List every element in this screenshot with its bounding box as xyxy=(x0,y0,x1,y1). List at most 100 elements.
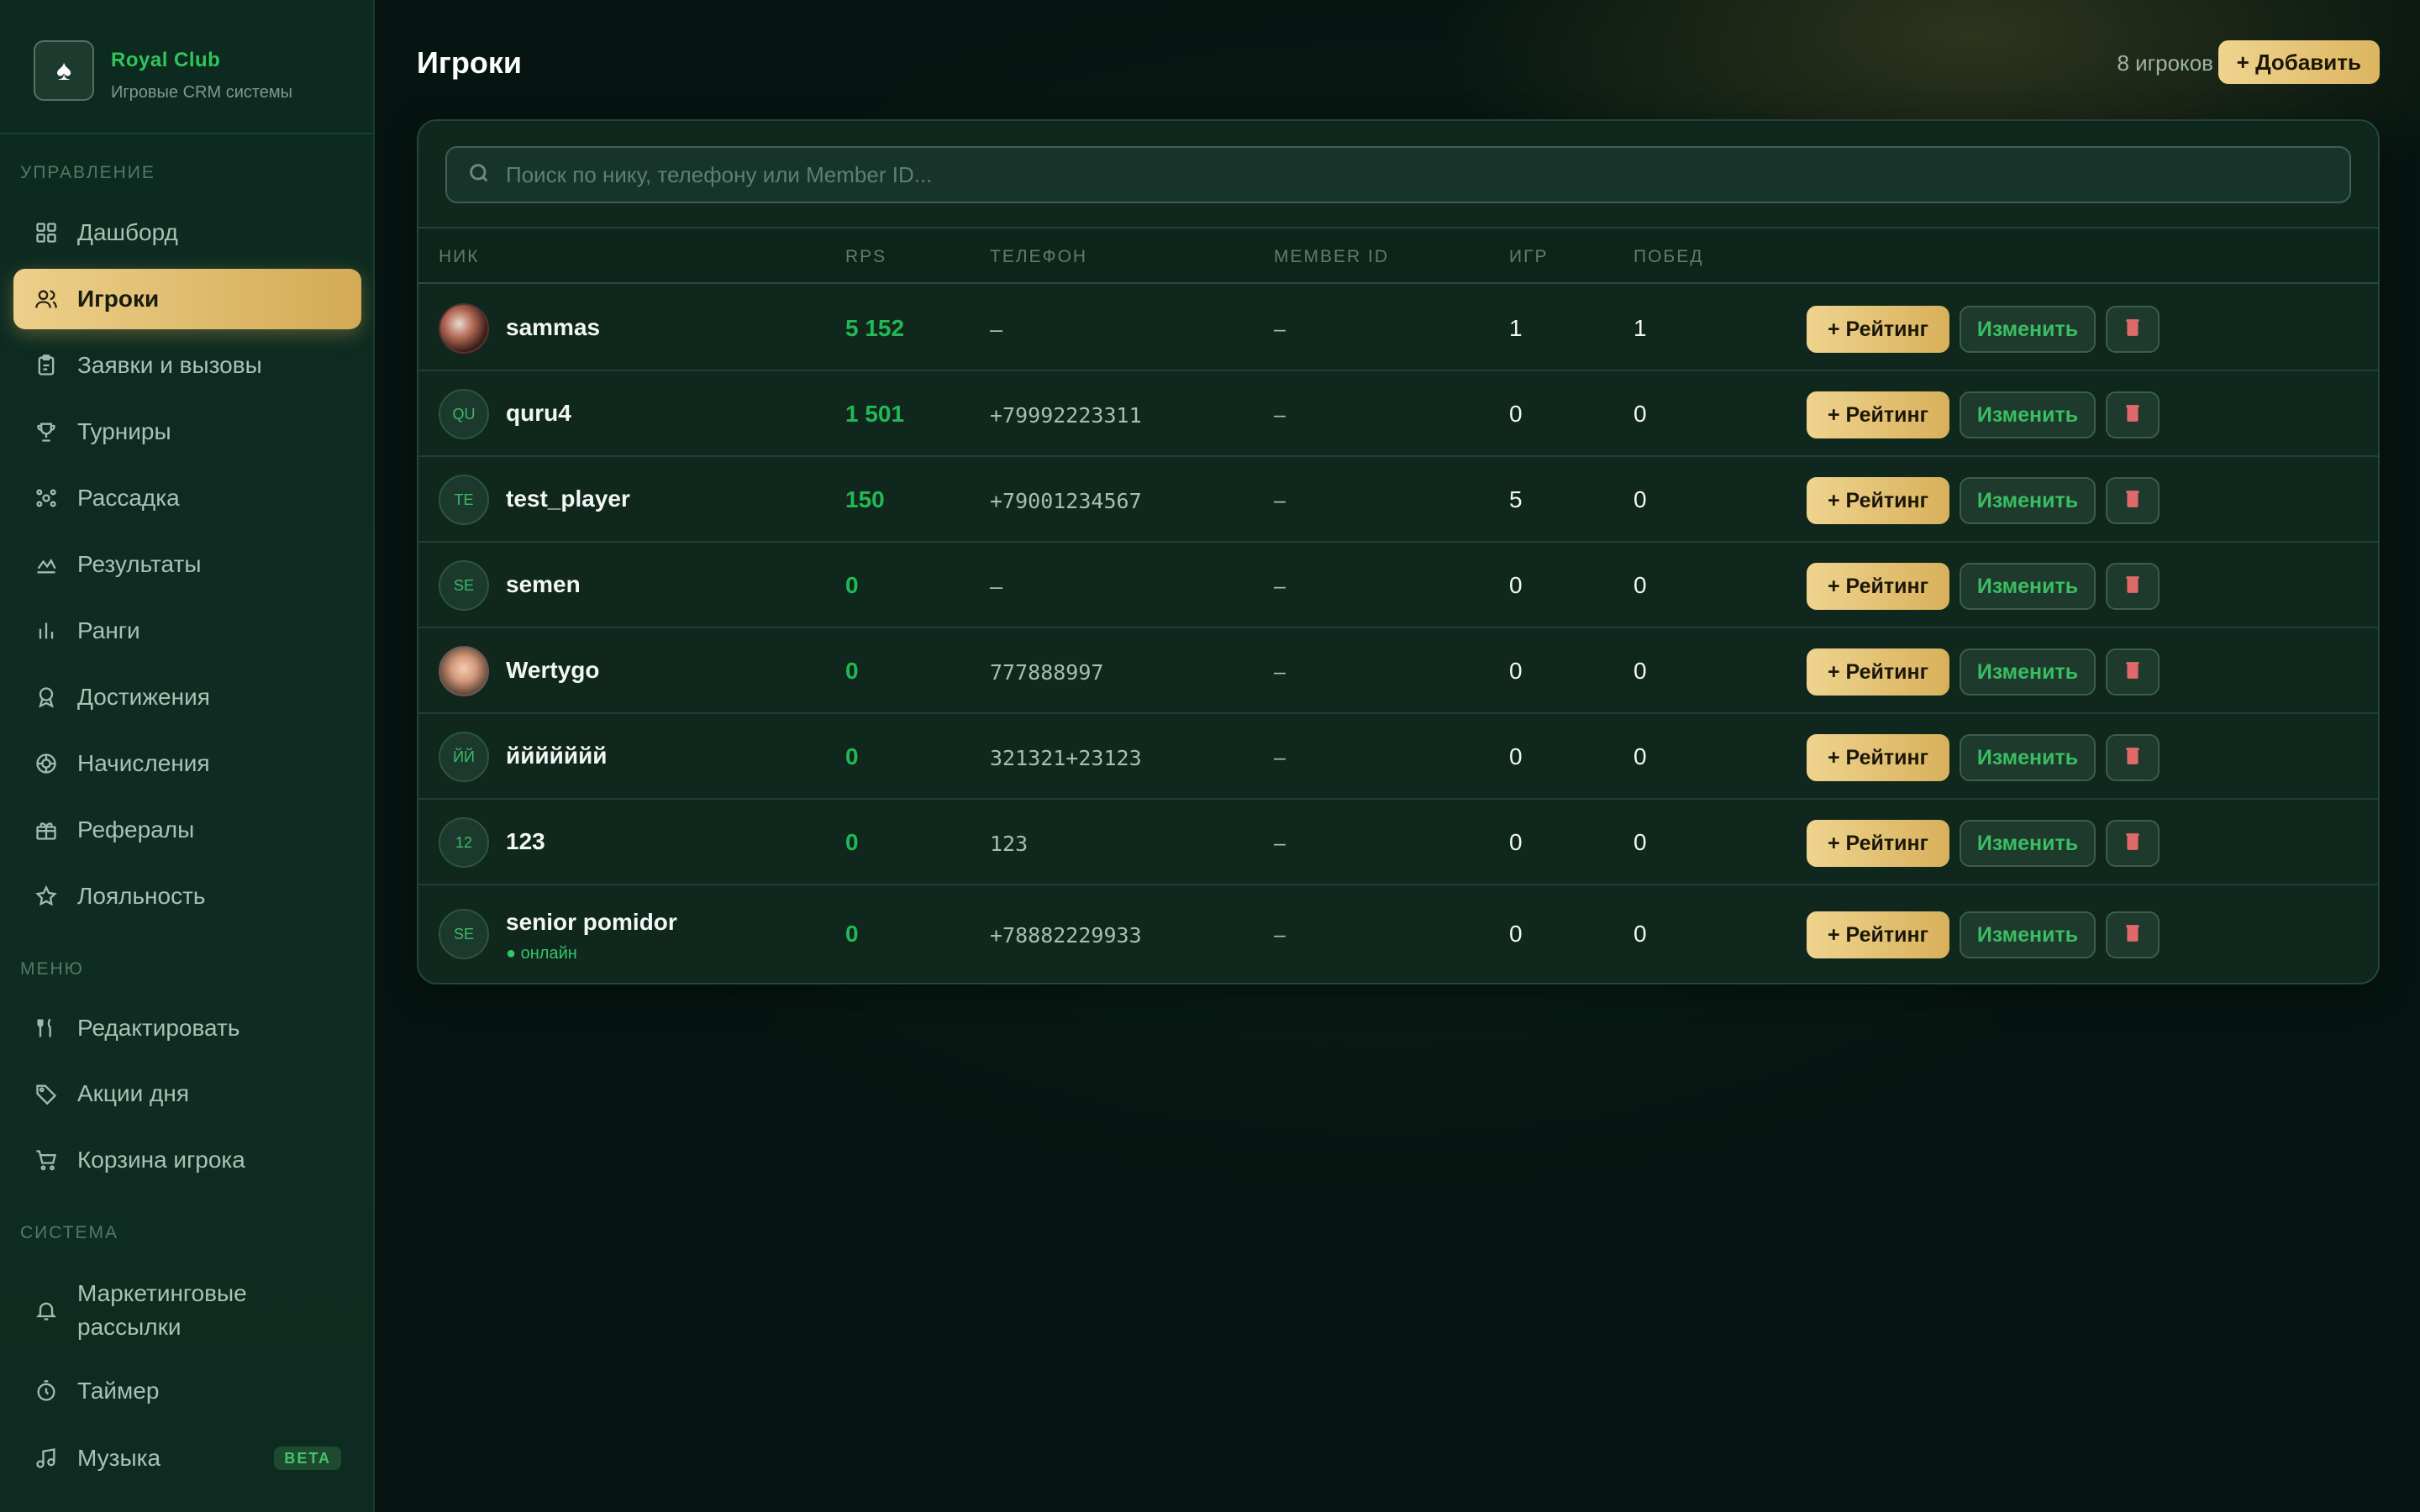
table-row[interactable]: TE test_player 150 +79001234567 – 5 0 + … xyxy=(418,457,2378,543)
sidebar-item-ranks[interactable]: Ранги xyxy=(13,601,361,661)
sidebar-item-label: Таймер xyxy=(77,1378,160,1404)
gift-icon xyxy=(34,817,59,843)
delete-player-button[interactable] xyxy=(2106,648,2160,696)
player-games: 1 xyxy=(1509,315,1523,341)
chip-icon xyxy=(34,751,59,776)
add-rating-button[interactable]: + Рейтинг xyxy=(1807,306,1949,353)
add-player-button[interactable]: + Добавить xyxy=(2217,40,2380,84)
table-row[interactable]: SE semen 0 – – 0 0 + Рейтинг Изменить xyxy=(418,543,2378,628)
brand-name: Royal Club xyxy=(111,49,221,71)
sidebar-item-achievements[interactable]: Достижения xyxy=(13,667,361,727)
chart-line-icon xyxy=(34,552,59,577)
add-rating-button[interactable]: + Рейтинг xyxy=(1807,391,1949,438)
sidebar-item-tournaments[interactable]: Турниры xyxy=(13,402,361,462)
sidebar-item-marketing[interactable]: Маркетинговые рассылки xyxy=(13,1270,361,1351)
avatar: TE xyxy=(439,475,489,525)
cart-icon xyxy=(34,1147,59,1173)
add-rating-button[interactable]: + Рейтинг xyxy=(1807,911,1949,958)
table-row[interactable]: ЙЙ ййййййй 0 321321+23123 – 0 0 + Рейтин… xyxy=(418,714,2378,800)
add-rating-button[interactable]: + Рейтинг xyxy=(1807,648,1949,696)
trophy-icon xyxy=(34,419,59,444)
sidebar-item-seating[interactable]: Рассадка xyxy=(13,468,361,528)
player-games: 0 xyxy=(1509,829,1523,855)
sidebar-item-player-cart[interactable]: Корзина игрока xyxy=(13,1130,361,1190)
player-nick: quru4 xyxy=(506,400,571,426)
sidebar-item-edit[interactable]: Редактировать xyxy=(13,998,361,1058)
edit-player-button[interactable]: Изменить xyxy=(1960,306,2096,353)
edit-player-button[interactable]: Изменить xyxy=(1960,820,2096,867)
sidebar-item-loyalty[interactable]: Лояльность xyxy=(13,866,361,927)
delete-player-button[interactable] xyxy=(2106,820,2160,867)
edit-player-button[interactable]: Изменить xyxy=(1960,734,2096,781)
clipboard-icon xyxy=(34,353,59,378)
award-icon xyxy=(34,685,59,710)
grid-icon xyxy=(34,220,59,245)
player-nick: senior pomidor xyxy=(506,909,677,935)
sidebar-item-results[interactable]: Результаты xyxy=(13,534,361,595)
avatar xyxy=(439,303,489,354)
sidebar-item-music[interactable]: Музыка BETA xyxy=(13,1428,361,1488)
edit-player-button[interactable]: Изменить xyxy=(1960,648,2096,696)
delete-player-button[interactable] xyxy=(2106,477,2160,524)
delete-player-button[interactable] xyxy=(2106,734,2160,781)
trash-icon xyxy=(2123,660,2142,685)
beta-badge: BETA xyxy=(274,1446,341,1470)
player-nick: test_player xyxy=(506,486,630,512)
sidebar-item-requests[interactable]: Заявки и вызовы xyxy=(13,335,361,396)
edit-player-button[interactable]: Изменить xyxy=(1960,911,2096,958)
bell-icon xyxy=(34,1298,59,1323)
page-title: Игроки xyxy=(417,45,522,80)
trash-icon xyxy=(2123,489,2142,513)
player-phone: 321321+23123 xyxy=(990,746,1142,770)
search-icon xyxy=(467,161,491,189)
column-header-nick[interactable]: Ник xyxy=(439,247,480,267)
table-row[interactable]: SE senior pomidor ● онлайн 0 +7888222993… xyxy=(418,885,2378,983)
trash-icon xyxy=(2123,746,2142,770)
player-games: 0 xyxy=(1509,572,1523,598)
column-header-wins[interactable]: Побед xyxy=(1634,247,1703,267)
section-label-system: Система xyxy=(20,1223,119,1242)
column-header-phone[interactable]: Телефон xyxy=(990,247,1087,267)
sidebar-item-label: Дашборд xyxy=(77,219,178,245)
column-header-games[interactable]: Игр xyxy=(1509,247,1548,267)
add-rating-button[interactable]: + Рейтинг xyxy=(1807,820,1949,867)
sidebar-item-referrals[interactable]: Рефералы xyxy=(13,800,361,860)
delete-player-button[interactable] xyxy=(2106,911,2160,958)
column-header-rps[interactable]: RPS xyxy=(845,247,886,267)
sidebar-item-label: Маркетинговые рассылки xyxy=(77,1280,247,1340)
table-row[interactable]: sammas 5 152 – – 1 1 + Рейтинг Изменить xyxy=(418,286,2378,371)
spade-icon[interactable]: ♠ xyxy=(34,40,94,101)
add-rating-button[interactable]: + Рейтинг xyxy=(1807,477,1949,524)
trash-icon xyxy=(2123,575,2142,599)
star-icon xyxy=(34,884,59,909)
player-member-id: – xyxy=(1274,746,1286,769)
delete-player-button[interactable] xyxy=(2106,306,2160,353)
add-rating-button[interactable]: + Рейтинг xyxy=(1807,734,1949,781)
sidebar-item-accruals[interactable]: Начисления xyxy=(13,733,361,794)
delete-player-button[interactable] xyxy=(2106,391,2160,438)
edit-player-button[interactable]: Изменить xyxy=(1960,563,2096,610)
player-nick: ййййййй xyxy=(506,743,608,769)
player-games: 0 xyxy=(1509,401,1523,427)
sidebar-item-label: Турниры xyxy=(77,418,171,444)
search-box[interactable] xyxy=(445,146,2351,203)
table-row[interactable]: Wertygo 0 777888997 – 0 0 + Рейтинг Изме… xyxy=(418,628,2378,714)
table-row[interactable]: QU quru4 1 501 +79992223311 – 0 0 + Рейт… xyxy=(418,371,2378,457)
table-row[interactable]: 12 123 0 123 – 0 0 + Рейтинг Изменить xyxy=(418,800,2378,885)
edit-player-button[interactable]: Изменить xyxy=(1960,391,2096,438)
player-games: 0 xyxy=(1509,743,1523,769)
delete-player-button[interactable] xyxy=(2106,563,2160,610)
player-wins: 0 xyxy=(1634,401,1647,427)
sidebar-item-label: Рассадка xyxy=(77,485,180,511)
player-rps: 150 xyxy=(845,486,885,512)
add-rating-button[interactable]: + Рейтинг xyxy=(1807,563,1949,610)
column-header-member-id[interactable]: Member ID xyxy=(1274,247,1389,267)
sidebar-item-dashboard[interactable]: Дашборд xyxy=(13,202,361,263)
sidebar-item-players[interactable]: Игроки xyxy=(13,269,361,329)
sidebar-item-timer[interactable]: Таймер xyxy=(13,1361,361,1421)
edit-player-button[interactable]: Изменить xyxy=(1960,477,2096,524)
sidebar-item-label: Игроки xyxy=(77,286,160,312)
player-wins: 1 xyxy=(1634,315,1647,341)
sidebar-item-daily-promos[interactable]: Акции дня xyxy=(13,1063,361,1124)
search-input[interactable] xyxy=(506,161,2270,188)
